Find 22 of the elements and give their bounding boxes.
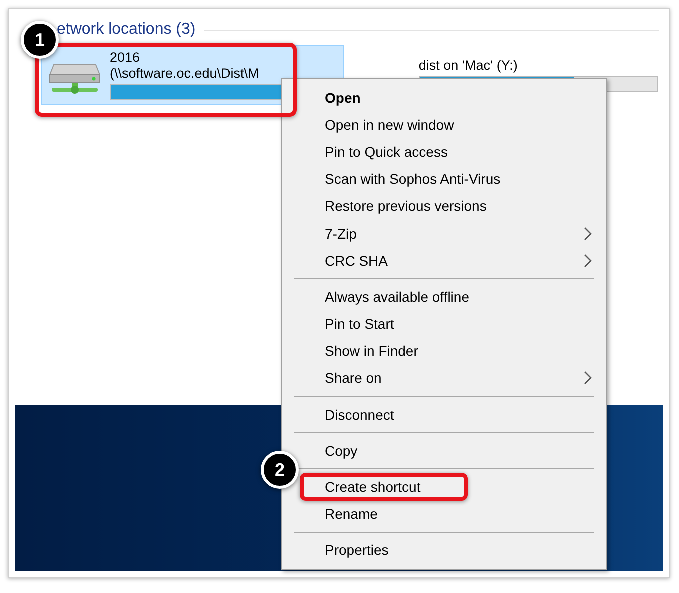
menu-item[interactable]: Disconnect xyxy=(300,401,606,428)
menu-item[interactable]: Restore previous versions xyxy=(300,192,606,220)
chevron-right-icon xyxy=(584,226,592,241)
drive-name: 2016 xyxy=(110,50,142,65)
menu-item[interactable]: Copy xyxy=(300,437,606,464)
menu-item[interactable]: 7-Zip xyxy=(300,220,606,248)
section-title: etwork locations (3) xyxy=(57,21,196,39)
menu-item[interactable]: Rename xyxy=(300,500,606,528)
menu-item[interactable]: Pin to Quick access xyxy=(300,138,606,166)
menu-item[interactable]: Open in new window xyxy=(300,111,606,138)
menu-item[interactable]: Pin to Start xyxy=(300,310,606,338)
menu-item[interactable]: CRC SHA xyxy=(300,247,606,274)
drive-name: dist on 'Mac' (Y:) xyxy=(418,58,519,73)
menu-item[interactable]: Always available offline xyxy=(300,283,606,310)
chevron-right-icon xyxy=(584,371,592,386)
menu-item[interactable]: Properties xyxy=(300,536,606,564)
menu-item[interactable]: Show in Finder xyxy=(300,338,606,365)
menu-item[interactable]: Share on xyxy=(300,364,606,392)
menu-item[interactable]: Create shortcut xyxy=(300,473,606,501)
chevron-right-icon xyxy=(584,254,592,268)
menu-item[interactable]: Scan with Sophos Anti-Virus xyxy=(300,166,606,193)
drive-path: (\\software.oc.edu\Dist\M xyxy=(110,66,260,81)
